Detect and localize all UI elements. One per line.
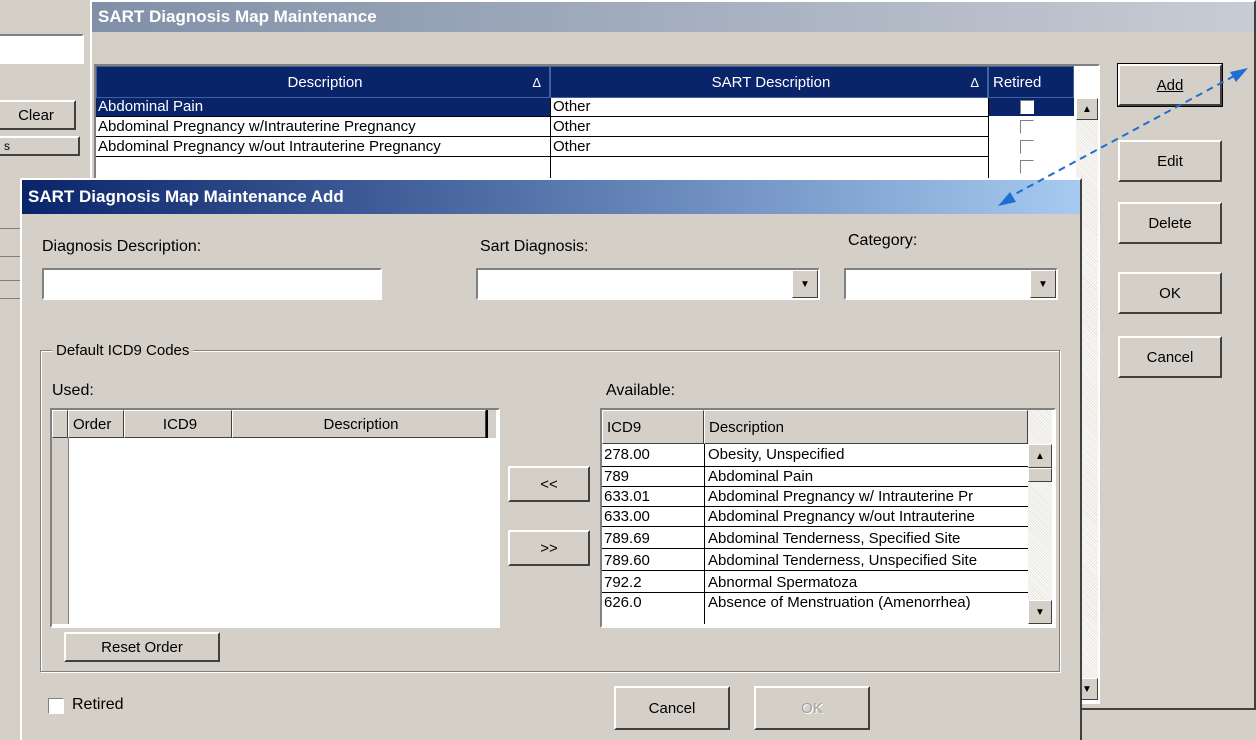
available-description[interactable]: Abnormal Spermatoza: [708, 574, 1026, 591]
available-icd9[interactable]: 278.00: [604, 446, 650, 463]
available-column-description[interactable]: Description: [704, 410, 1028, 444]
available-description[interactable]: Abdominal Pregnancy w/ Intrauterine Pr: [708, 488, 1026, 505]
used-label: Used:: [52, 382, 94, 399]
arrow-head-end: [998, 192, 1016, 206]
retired-checkbox-dialog[interactable]: [48, 698, 64, 714]
available-icd9[interactable]: 633.00: [604, 508, 650, 525]
annotation-arrow: [998, 68, 1248, 206]
available-description[interactable]: Abdominal Tenderness, Specified Site: [708, 530, 1026, 547]
column-header-description[interactable]: Description Δ: [96, 66, 550, 98]
used-grid: [50, 408, 500, 628]
available-description[interactable]: Abdominal Pain: [708, 468, 1026, 485]
grid-line: [602, 526, 1028, 527]
grid-line: [602, 592, 1028, 593]
chevron-down-icon: ▼: [800, 278, 810, 290]
category-dropdown-button[interactable]: ▼: [1030, 270, 1056, 298]
row-description: Abdominal Pregnancy w/Intrauterine Pregn…: [98, 118, 416, 135]
sart-diagnosis-label: Sart Diagnosis:: [480, 238, 589, 255]
dialog-cancel-button[interactable]: Cancel: [614, 686, 730, 730]
move-left-button[interactable]: <<: [508, 466, 590, 502]
grid-line: [602, 570, 1028, 571]
arrow-head-start: [1230, 68, 1248, 82]
grid-line: [96, 136, 988, 137]
available-icd9[interactable]: 626.0: [604, 594, 642, 611]
used-column-icd9[interactable]: ICD9: [124, 410, 232, 438]
used-row-selector-column: [52, 438, 69, 624]
available-icd9[interactable]: 633.01: [604, 488, 650, 505]
grid-line: [602, 506, 1028, 507]
column-header-sart-description[interactable]: SART Description Δ: [550, 66, 988, 98]
diagnosis-description-input[interactable]: [42, 268, 382, 300]
diagnosis-description-label: Diagnosis Description:: [42, 238, 202, 255]
sort-triangle-icon: Δ: [970, 74, 979, 90]
available-icd9[interactable]: 789.60: [604, 552, 650, 569]
move-right-button[interactable]: >>: [508, 530, 590, 566]
grid-line: [96, 156, 988, 157]
category-label: Category:: [848, 232, 918, 249]
grid-line: [602, 548, 1028, 549]
available-scroll-up[interactable]: ▲: [1028, 444, 1052, 468]
available-scrollbar-track[interactable]: [1028, 410, 1052, 624]
row-description: Abdominal Pain: [98, 98, 204, 115]
available-scroll-down[interactable]: ▼: [1028, 600, 1052, 624]
category-select[interactable]: ▼: [844, 268, 1058, 300]
grid-line: [602, 466, 1028, 467]
available-description[interactable]: Obesity, Unspecified: [708, 446, 1026, 463]
triangle-down-icon: ▼: [1035, 606, 1045, 618]
grid-line: [550, 98, 551, 178]
available-label: Available:: [606, 382, 676, 399]
grid-line: [96, 116, 988, 117]
triangle-down-icon: ▼: [1082, 683, 1092, 695]
dialog-title: SART Diagnosis Map Maintenance Add: [28, 187, 344, 206]
sart-diagnosis-select[interactable]: ▼: [476, 268, 820, 300]
triangle-up-icon: ▲: [1035, 450, 1045, 462]
available-column-icd9[interactable]: ICD9: [602, 410, 704, 444]
s-button[interactable]: s: [0, 136, 80, 156]
grid-line: [988, 98, 989, 178]
available-rows: 278.00 Obesity, Unspecified 789 Abdomina…: [602, 444, 1028, 624]
clear-button[interactable]: Clear: [0, 100, 76, 130]
available-icd9[interactable]: 792.2: [604, 574, 642, 591]
dialog-title-bar: SART Diagnosis Map Maintenance Add: [22, 180, 1080, 214]
grid-line: [704, 444, 705, 624]
used-column-description[interactable]: Description: [232, 410, 486, 438]
available-icd9[interactable]: 789.69: [604, 530, 650, 547]
reset-order-button[interactable]: Reset Order: [64, 632, 220, 662]
grid-line: [602, 486, 1028, 487]
parent-title-bar: SART Diagnosis Map Maintenance: [92, 2, 1254, 32]
sort-triangle-icon: Δ: [532, 74, 541, 90]
row-sart: Other: [553, 98, 591, 115]
available-icd9[interactable]: 789: [604, 468, 629, 485]
used-column-end: [486, 410, 496, 438]
ok-button[interactable]: OK: [1118, 272, 1222, 314]
available-description[interactable]: Abdominal Tenderness, Unspecified Site: [708, 552, 1026, 569]
cancel-button[interactable]: Cancel: [1118, 336, 1222, 378]
sart-diagnosis-dropdown-button[interactable]: ▼: [792, 270, 818, 298]
row-sart: Other: [553, 118, 591, 135]
retired-label: Retired: [72, 696, 124, 713]
available-description[interactable]: Absence of Menstruation (Amenorrhea): [708, 594, 1026, 611]
dialog-ok-button[interactable]: OK: [754, 686, 870, 730]
chevron-down-icon: ▼: [1038, 278, 1048, 290]
background-input: [0, 34, 84, 64]
available-scroll-thumb[interactable]: [1028, 468, 1052, 482]
used-column-order[interactable]: Order: [68, 410, 124, 438]
arrow-line: [1003, 75, 1235, 201]
available-description[interactable]: Abdominal Pregnancy w/out Intrauterine: [708, 508, 1026, 525]
parent-title: SART Diagnosis Map Maintenance: [98, 7, 377, 26]
used-row-selector-header: [52, 410, 68, 438]
default-icd9-group-label: Default ICD9 Codes: [52, 342, 194, 359]
row-description: Abdominal Pregnancy w/out Intrauterine P…: [98, 138, 441, 155]
row-sart: Other: [553, 138, 591, 155]
